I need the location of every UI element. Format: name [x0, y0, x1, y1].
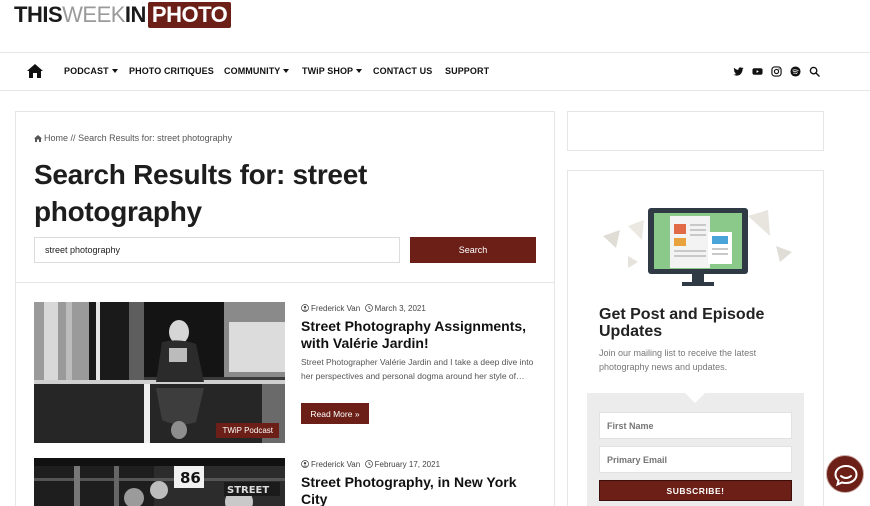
search-input[interactable]: [34, 237, 400, 263]
nav-photo-critiques-label: PHOTO CRITIQUES: [129, 66, 214, 76]
post-thumbnail[interactable]: TWiP Podcast: [34, 302, 285, 443]
breadcrumb-current: Search Results for: street photography: [78, 133, 233, 143]
logo-this: THIS: [14, 2, 63, 27]
nav-podcast[interactable]: PODCAST: [64, 66, 118, 76]
user-icon: [301, 304, 309, 312]
site-logo[interactable]: THIS WEEK IN PHOTO: [14, 2, 232, 28]
user-icon: [301, 460, 309, 468]
post-title[interactable]: Street Photography, in New York City: [301, 474, 536, 506]
spotify-icon[interactable]: [790, 66, 801, 77]
post-date: February 17, 2021: [374, 460, 441, 469]
clock-icon: [364, 304, 373, 312]
subscribe-button[interactable]: SUBSCRIBE!: [599, 480, 792, 501]
svg-text:86: 86: [180, 469, 201, 487]
chevron-down-icon: [111, 69, 118, 73]
chat-button[interactable]: [826, 455, 864, 493]
post-image: [34, 302, 285, 443]
instagram-icon[interactable]: [771, 66, 782, 77]
breadcrumb: Home // Search Results for: street photo…: [34, 133, 232, 143]
email-field[interactable]: [599, 446, 792, 473]
post-meta: Frederick Van March 3, 2021: [301, 304, 426, 313]
nav-podcast-label: PODCAST: [64, 66, 109, 76]
nav-support-label: SUPPORT: [445, 66, 490, 76]
read-more-button[interactable]: Read More »: [301, 403, 369, 424]
nav-support[interactable]: SUPPORT: [445, 66, 489, 76]
newsletter-illustration-icon: [603, 208, 792, 286]
results-divider: [15, 282, 555, 283]
post-meta: Frederick Van February 17, 2021: [301, 460, 440, 469]
breadcrumb-separator: //: [70, 133, 76, 143]
category-badge[interactable]: TWiP Podcast: [216, 423, 279, 438]
post-date: March 3, 2021: [374, 304, 426, 313]
home-icon[interactable]: [34, 135, 42, 142]
form-notch: [685, 393, 705, 403]
nav-photo-critiques[interactable]: PHOTO CRITIQUES: [129, 66, 214, 76]
nav-contact-us-label: CONTACT US: [373, 66, 433, 76]
chevron-down-icon: [283, 69, 290, 73]
home-icon[interactable]: [27, 64, 43, 78]
post-excerpt: Street Photographer Valérie Jardin and I…: [301, 357, 534, 381]
post-title[interactable]: Street Photography Assignments, with Val…: [301, 318, 536, 352]
newsletter-title: Get Post and Episode Updates: [599, 306, 765, 340]
svg-text:STREET: STREET: [227, 485, 269, 496]
logo-in: IN: [124, 2, 147, 27]
sidebar-widget-empty: [567, 111, 824, 151]
first-name-field[interactable]: [599, 412, 792, 439]
chevron-down-icon: [356, 69, 363, 73]
search-icon[interactable]: [809, 66, 820, 77]
twitter-icon[interactable]: [733, 66, 744, 77]
post-author[interactable]: Frederick Van: [311, 460, 360, 469]
youtube-icon[interactable]: [752, 66, 763, 77]
newsletter-description: Join our mailing list to receive the lat…: [599, 348, 757, 372]
logo-week: WEEK: [62, 2, 125, 27]
nav-twip-shop-label: TWiP SHOP: [302, 66, 354, 76]
post-image: 86 STREET: [34, 458, 285, 506]
post-thumbnail[interactable]: 86 STREET: [34, 458, 285, 506]
post-author[interactable]: Frederick Van: [311, 304, 360, 313]
search-button[interactable]: Search: [410, 237, 536, 263]
main-nav: PODCAST PHOTO CRITIQUES COMMUNITY TWiP S…: [0, 53, 870, 91]
nav-community-label: COMMUNITY: [224, 66, 281, 76]
clock-icon: [364, 460, 373, 468]
chat-icon: [834, 464, 858, 487]
logo-photo: PHOTO: [147, 2, 232, 28]
nav-community[interactable]: COMMUNITY: [224, 66, 290, 76]
page-title: Search Results for: street photography: [34, 159, 367, 227]
nav-twip-shop[interactable]: TWiP SHOP: [302, 66, 363, 76]
nav-contact-us[interactable]: CONTACT US: [373, 66, 432, 76]
breadcrumb-home-link[interactable]: Home: [44, 133, 68, 143]
